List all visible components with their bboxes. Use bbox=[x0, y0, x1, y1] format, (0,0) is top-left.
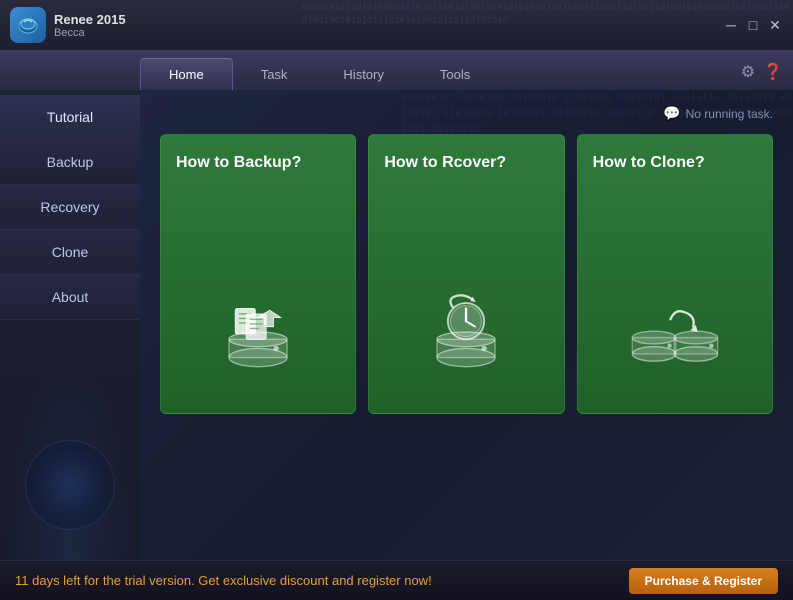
tab-home[interactable]: Home bbox=[140, 58, 233, 90]
status-text: 💬 No running task. bbox=[663, 105, 773, 122]
sidebar-item-recovery[interactable]: Recovery bbox=[0, 185, 140, 230]
sidebar-item-tutorial[interactable]: Tutorial bbox=[0, 95, 140, 140]
close-button[interactable]: ✕ bbox=[767, 17, 783, 33]
backup-icon bbox=[208, 283, 308, 383]
app-name: Renee 2015 bbox=[54, 12, 126, 27]
content-area: 💬 No running task. How to Backup? bbox=[140, 90, 793, 560]
notification-bar: 11 days left for the trial version. Get … bbox=[0, 560, 793, 600]
sidebar-item-about[interactable]: About bbox=[0, 275, 140, 320]
card-backup-title: How to Backup? bbox=[176, 153, 301, 174]
card-recover-title: How to Rcover? bbox=[384, 153, 506, 174]
tab-history[interactable]: History bbox=[315, 59, 411, 90]
sidebar-decoration bbox=[25, 440, 115, 530]
app-logo bbox=[10, 7, 46, 43]
card-clone-title: How to Clone? bbox=[593, 153, 705, 174]
tab-bar: Home Task History Tools ⚙ ❓ bbox=[0, 50, 793, 90]
status-icon: 💬 bbox=[663, 105, 680, 122]
recover-icon bbox=[416, 283, 516, 383]
status-bar: 💬 No running task. bbox=[160, 105, 773, 122]
card-recover[interactable]: How to Rcover? bbox=[368, 134, 564, 414]
sidebar-item-clone[interactable]: Clone bbox=[0, 230, 140, 275]
title-bar: 0100101011010100001010101100101001010101… bbox=[0, 0, 793, 50]
cards-container: How to Backup? bbox=[160, 134, 773, 414]
window-controls: ─ □ ✕ bbox=[723, 17, 783, 33]
settings-icon[interactable]: ⚙ bbox=[741, 62, 755, 82]
header-decoration: 0100101011010100001010101100101001010101… bbox=[300, 0, 793, 50]
notification-text: 11 days left for the trial version. Get … bbox=[15, 573, 432, 588]
clone-icon bbox=[625, 283, 725, 383]
tab-actions: ⚙ ❓ bbox=[741, 62, 783, 82]
tab-task[interactable]: Task bbox=[233, 59, 316, 90]
card-backup[interactable]: How to Backup? bbox=[160, 134, 356, 414]
minimize-button[interactable]: ─ bbox=[723, 17, 739, 33]
tab-tools[interactable]: Tools bbox=[412, 59, 498, 90]
sidebar: Tutorial Backup Recovery Clone About bbox=[0, 90, 140, 560]
app-title-group: Renee 2015 Becca bbox=[54, 12, 126, 39]
card-clone[interactable]: How to Clone? bbox=[577, 134, 773, 414]
main-layout: Tutorial Backup Recovery Clone About 💬 N… bbox=[0, 90, 793, 560]
sidebar-item-backup[interactable]: Backup bbox=[0, 140, 140, 185]
maximize-button[interactable]: □ bbox=[745, 17, 761, 33]
purchase-register-button[interactable]: Purchase & Register bbox=[629, 568, 778, 594]
help-icon[interactable]: ❓ bbox=[763, 62, 783, 82]
app-subtitle: Becca bbox=[54, 27, 126, 39]
